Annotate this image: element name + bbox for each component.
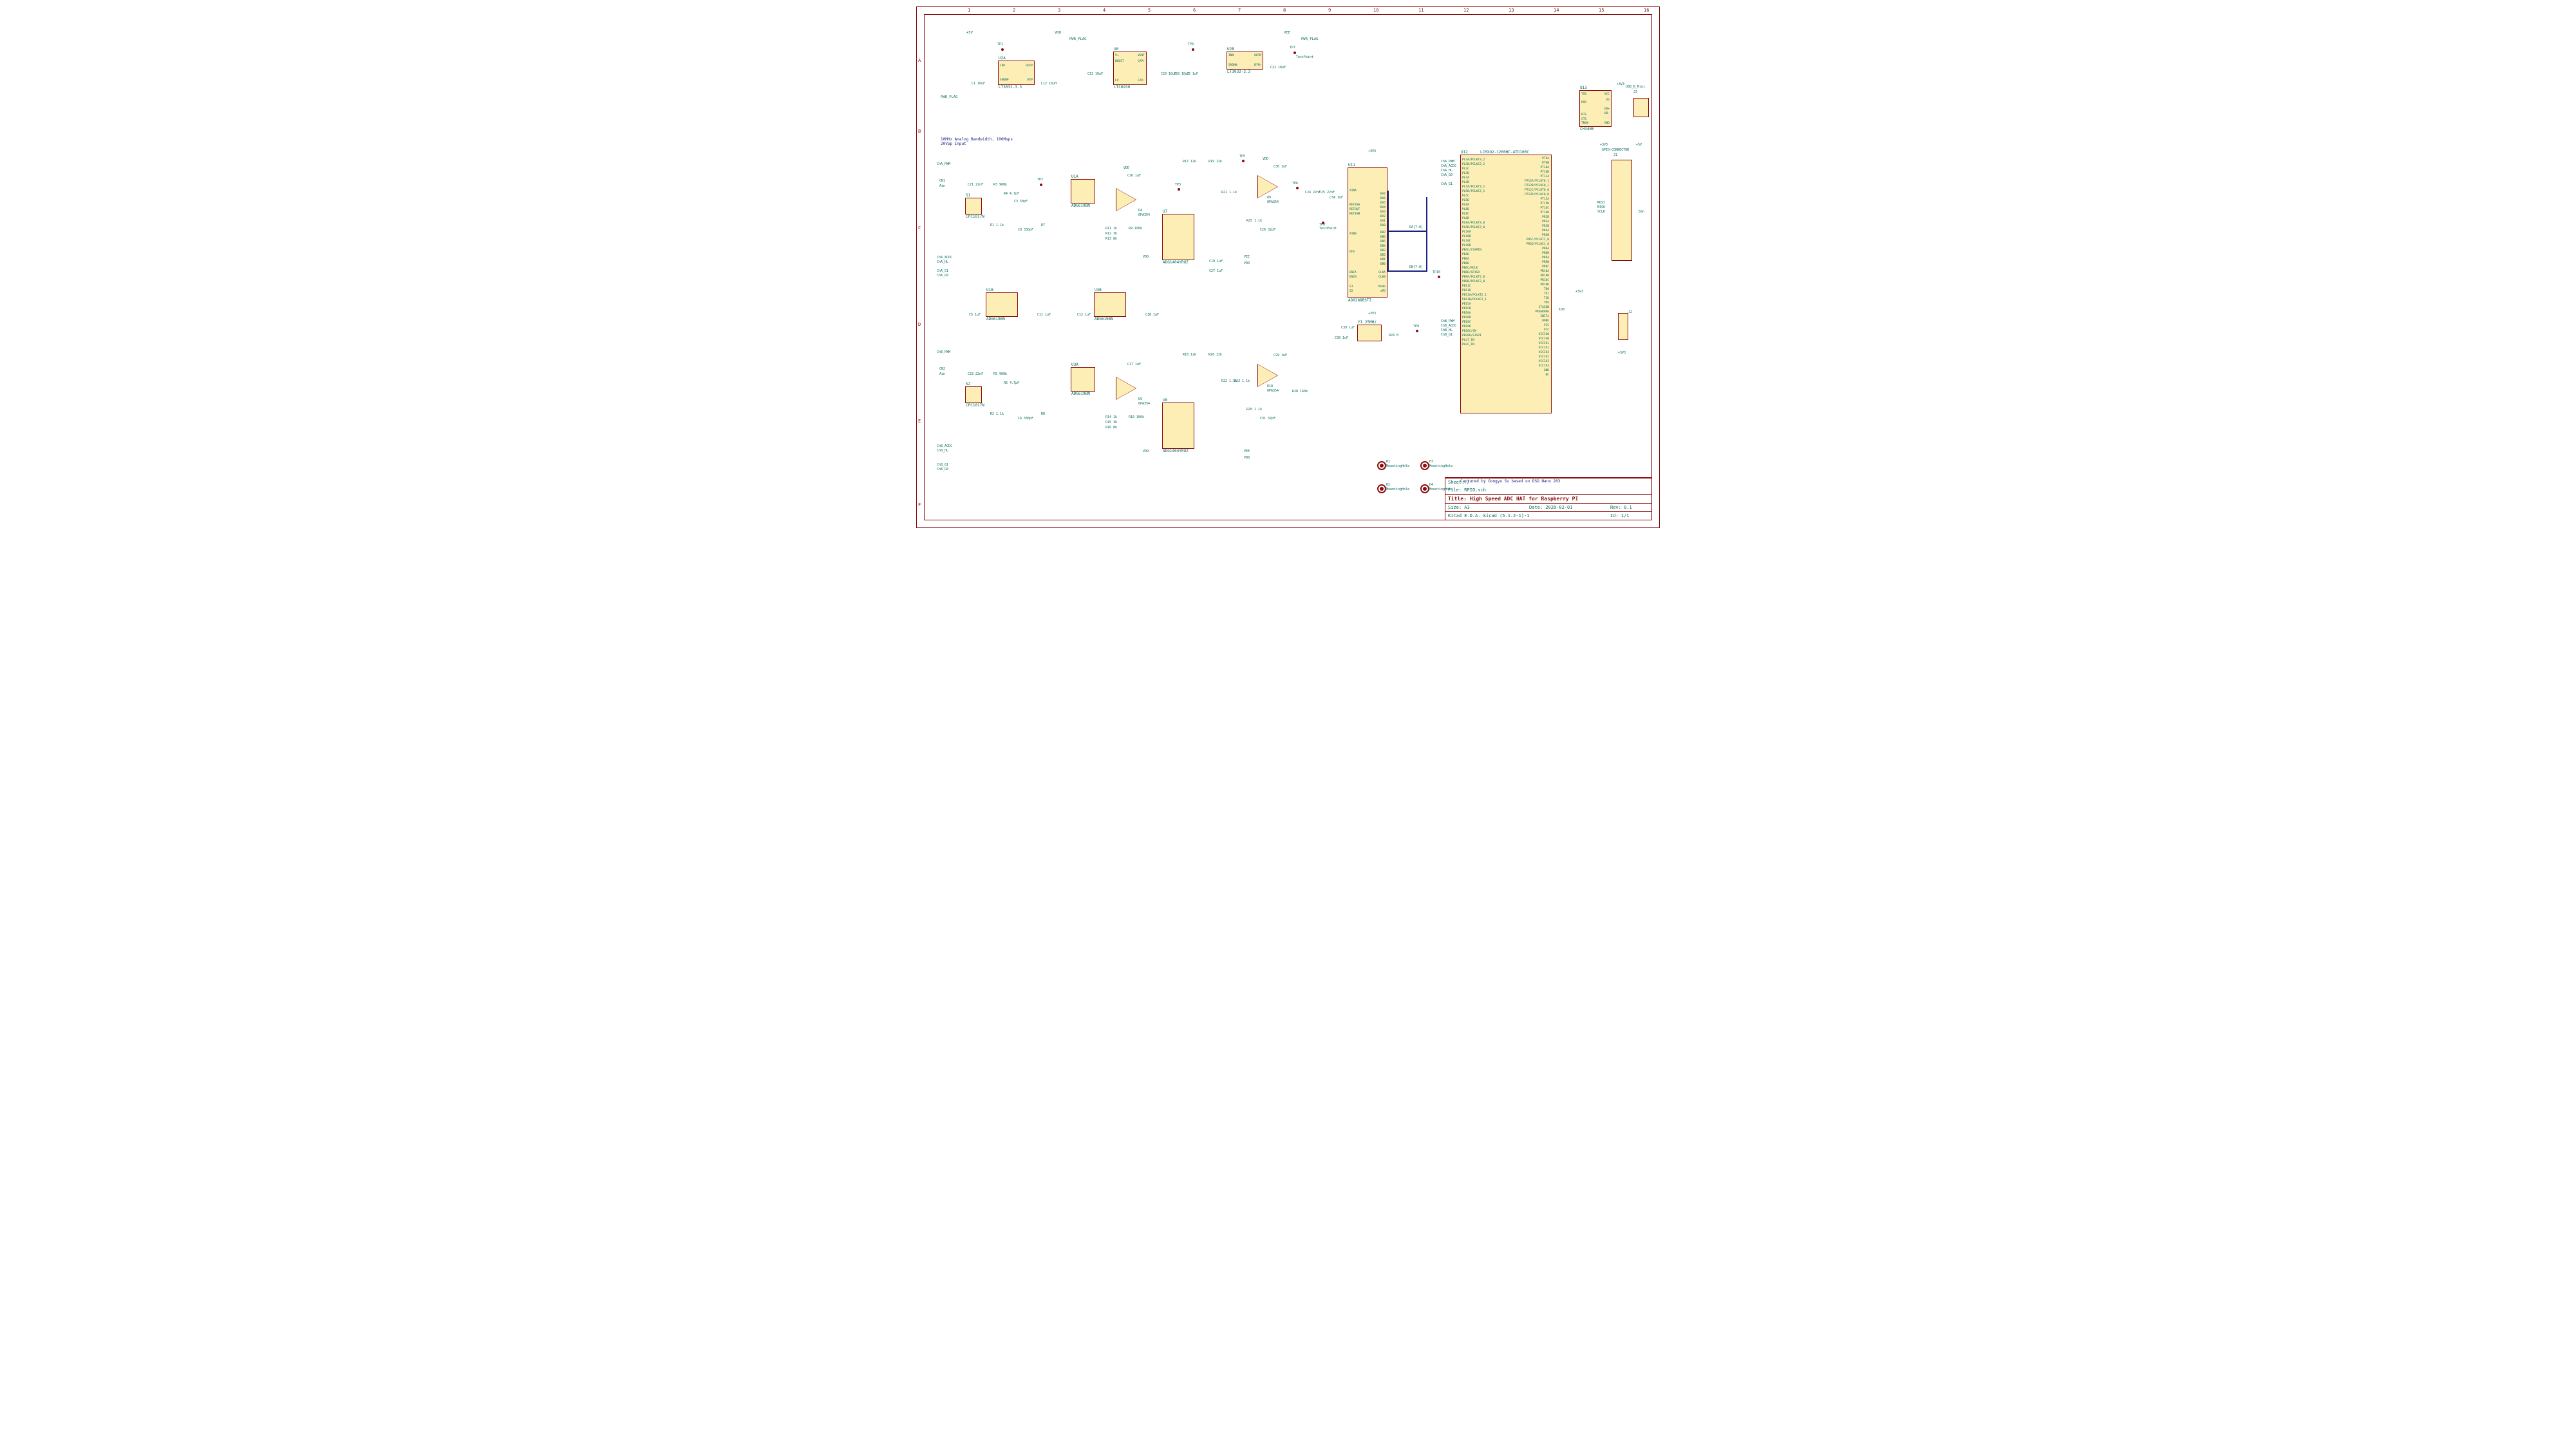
tp10 [1438,276,1440,278]
ruler-a: A [918,58,921,63]
ruler-d: D [918,322,921,327]
ruler-2: 2 [1013,8,1015,13]
ruler-16: 16 [1644,8,1649,13]
ic-u4 [1116,188,1136,211]
conn-j2 [1618,313,1628,340]
pwrflag1: PWR_FLAG [941,95,958,99]
tp4 [1192,48,1194,51]
ruler-5: 5 [1148,8,1151,13]
ruler-12: 12 [1463,8,1469,13]
bus-db [1387,232,1389,272]
ic-u3a: U3A ADG619BN [1071,367,1095,392]
conn-j1 [1612,160,1632,261]
ic-u11: U11 AD9288BSTZ AINA REFINA REFOUT REFINB… [1348,167,1387,298]
ruler-3: 3 [1058,8,1060,13]
ruler-10: 10 [1373,8,1378,13]
tp6 [1296,187,1299,189]
ruler-f: F [918,502,921,507]
pwr-vee1: VEE [1284,31,1290,35]
tp9 [1416,330,1418,332]
ic-u3b: U3B ADG619BN [1094,292,1126,317]
conn-j3 [1633,98,1649,117]
ic-u7: U7 ADG1404YRUZ [1162,214,1194,260]
ic-u1a: U1A ADG619BN [1071,179,1095,204]
ruler-13: 13 [1509,8,1514,13]
ic-u10 [1257,364,1278,387]
ic-u2a: U2A LT3032-3.3 INP OUTP SHDNP BYP [998,61,1035,85]
schematic-sheet: 1 2 3 4 5 6 7 8 9 10 11 12 13 14 15 16 A… [910,0,1666,535]
note-bw: 10MHz Analog Bandwidth, 100Msps [941,137,1013,142]
ic-u1b: U1B ADG619BN [986,292,1018,317]
ruler-4: 4 [1103,8,1105,13]
ic-u13: U13 CH340E TXD RXD RTS CTS TNOW VCC V3 U… [1579,90,1612,127]
tp1 [1001,48,1004,51]
ruler-1: 1 [968,8,970,13]
title-block: Sheet: / File: RPIO.sch Title: High Spee… [1445,477,1652,520]
ruler-9: 9 [1328,8,1331,13]
ic-u6: U6 LTC6930 V+ VOUT BOOST CAP+ LV CAP- [1113,52,1147,85]
pwrflag3: PWR_FLAG [1301,37,1319,41]
ic-y1: Y1 25MHz [1357,325,1382,341]
tp8 [1322,222,1324,224]
tp5 [1242,160,1245,162]
note-vin: 20Vpp Input [941,142,966,146]
lbl-cha-pwm: ChA_PWM [937,162,950,166]
ruler-15: 15 [1599,8,1604,13]
mh-h1 [1377,461,1386,470]
tp2 [1040,184,1042,186]
ic-u8: U8 ADG1404YRUZ [1162,402,1194,449]
pwr-vdd1: VDD [1055,31,1061,35]
ic-s1: S1 CPC1017N [965,198,982,214]
ruler-b: B [918,129,921,134]
ic-s2: S2 CPC1017N [965,386,982,403]
tp3 [1178,188,1180,191]
ruler-14: 14 [1554,8,1559,13]
ic-u5 [1116,377,1136,400]
ruler-6: 6 [1193,8,1196,13]
mh-h4 [1420,484,1429,493]
bus-da [1387,191,1389,231]
pwrflag2: PWR_FLAG [1069,37,1087,41]
tp-label: TestPoint [1296,55,1313,59]
ruler-e: E [918,419,921,424]
ic-u2b: U2B LT3032-3.3 INN OUTN SHDNN BYPn [1227,52,1263,70]
mh-h2 [1377,484,1386,493]
ic-u9 [1257,175,1278,198]
ruler-7: 7 [1238,8,1241,13]
ruler-11: 11 [1418,8,1424,13]
tp7 [1293,52,1296,54]
ruler-8: 8 [1283,8,1286,13]
ruler-c: C [918,225,921,231]
mh-h3 [1420,461,1429,470]
pwr-5v: +5V [966,31,973,35]
